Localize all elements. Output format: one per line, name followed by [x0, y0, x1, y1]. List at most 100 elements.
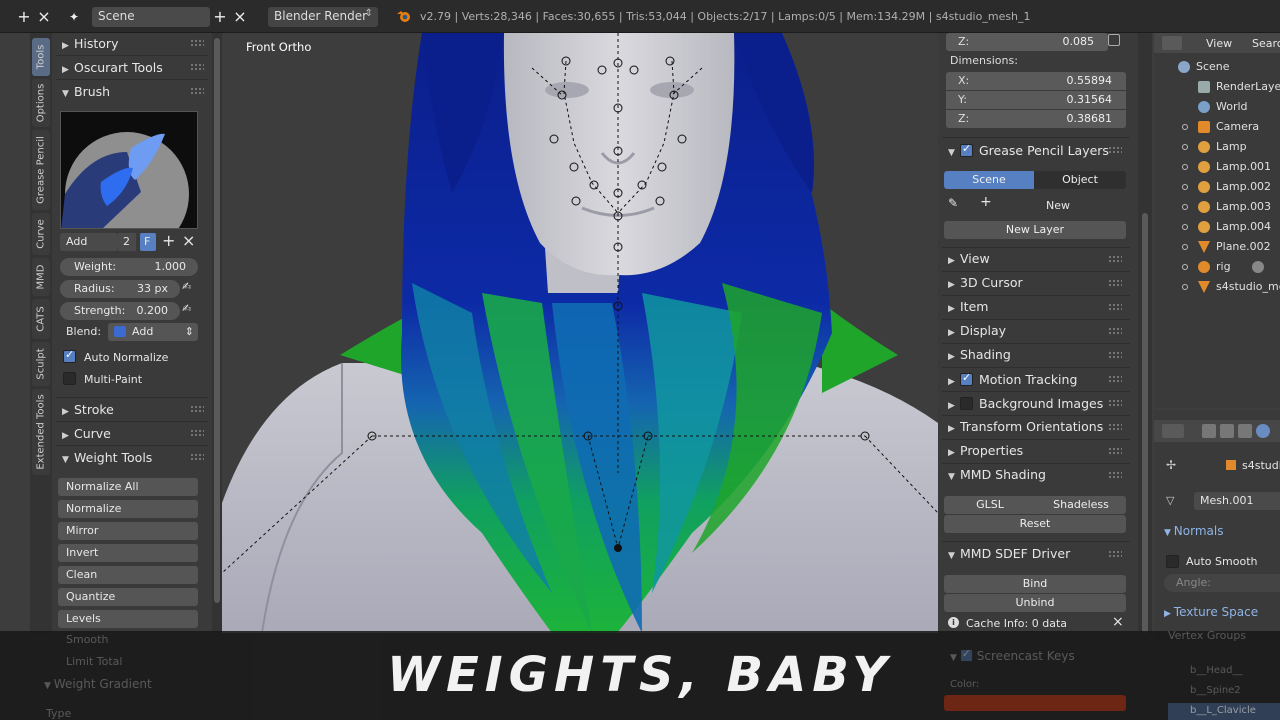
panel-weight-tools[interactable]: ▼ Weight Tools: [52, 447, 212, 469]
expand-icon[interactable]: [1182, 184, 1188, 190]
auto-smooth-checkbox[interactable]: [1166, 555, 1179, 568]
expand-icon[interactable]: [1182, 204, 1188, 210]
tab-grease-pencil[interactable]: Grease Pencil: [32, 130, 50, 210]
drag-grip-icon[interactable]: [190, 87, 204, 95]
tab-extended-tools[interactable]: Extended Tools: [32, 389, 50, 475]
panel-texture-space[interactable]: ▶ Texture Space: [1164, 605, 1258, 619]
outliner-item-lamp-003[interactable]: Lamp.003: [1154, 197, 1280, 217]
levels-button[interactable]: Levels: [58, 610, 198, 628]
tab-options[interactable]: Options: [32, 79, 50, 127]
outliner-item-lamp-002[interactable]: Lamp.002: [1154, 177, 1280, 197]
close-screen-icon[interactable]: ×: [36, 9, 52, 25]
panel-item[interactable]: ▶ Item: [938, 296, 1134, 318]
drag-grip-icon[interactable]: [1108, 279, 1122, 287]
panel-transform-orientations[interactable]: ▶ Transform Orientations: [938, 416, 1134, 438]
tab-cats[interactable]: CATS: [32, 299, 50, 339]
drag-grip-icon[interactable]: [190, 429, 204, 437]
expand-icon[interactable]: [1182, 164, 1188, 170]
panel-stroke[interactable]: ▶ Stroke: [52, 399, 212, 421]
3d-viewport[interactable]: Front Ortho: [222, 33, 938, 633]
scene-type-icon[interactable]: ✦: [66, 9, 82, 25]
pressure-toggle-icon[interactable]: ✍: [182, 302, 191, 315]
panel-history[interactable]: ▶ History: [52, 33, 212, 55]
drag-grip-icon[interactable]: [1108, 399, 1122, 407]
invert-button[interactable]: Invert: [58, 544, 198, 562]
drag-grip-icon[interactable]: [190, 453, 204, 461]
render-tab-icon[interactable]: [1202, 424, 1216, 438]
tab-tools[interactable]: Tools: [32, 38, 50, 76]
dimension-z-field[interactable]: Z: 0.38681: [946, 110, 1126, 128]
panel-display[interactable]: ▶ Display: [938, 320, 1134, 342]
render-engine-dropdown[interactable]: Blender Render ⇕: [268, 7, 378, 27]
dimension-y-field[interactable]: Y: 0.31564: [946, 91, 1126, 109]
editor-type-icon[interactable]: [1162, 36, 1182, 50]
panel-curve[interactable]: ▶ Curve: [52, 423, 212, 445]
clean-button[interactable]: Clean: [58, 566, 198, 584]
drag-grip-icon[interactable]: [190, 39, 204, 47]
add-screen-icon[interactable]: +: [16, 9, 32, 25]
brush-preview[interactable]: [60, 111, 198, 229]
outliner-item-plane-002[interactable]: Plane.002: [1154, 237, 1280, 257]
drag-grip-icon[interactable]: [1108, 146, 1122, 154]
auto-normalize-checkbox[interactable]: [63, 348, 76, 363]
pressure-toggle-icon[interactable]: ✍: [182, 280, 191, 293]
motion-tracking-checkbox[interactable]: [960, 371, 973, 386]
new-layer-button[interactable]: New Layer: [944, 221, 1126, 239]
tab-sculpt[interactable]: Sculpt: [32, 342, 50, 386]
editor-type-icon[interactable]: [1162, 424, 1184, 438]
grease-pencil-checkbox[interactable]: [960, 142, 973, 157]
tab-curve[interactable]: Curve: [32, 213, 50, 255]
expand-icon[interactable]: [1182, 264, 1188, 270]
shadeless-button[interactable]: Shadeless: [1036, 496, 1126, 514]
properties-scrollbar[interactable]: [1138, 33, 1152, 633]
drag-grip-icon[interactable]: [190, 405, 204, 413]
expand-icon[interactable]: [1182, 244, 1188, 250]
blend-dropdown[interactable]: Add ⇕: [108, 323, 198, 341]
scrollbar-thumb[interactable]: [1142, 213, 1148, 633]
outliner-item-world[interactable]: World: [1154, 97, 1280, 117]
drag-grip-icon[interactable]: [1108, 327, 1122, 335]
add-scene-icon[interactable]: +: [212, 9, 228, 25]
location-z-field[interactable]: Z: 0.085: [946, 33, 1108, 51]
multi-paint-checkbox[interactable]: [63, 372, 76, 385]
panel-motion-tracking[interactable]: ▶ Motion Tracking: [938, 368, 1134, 390]
view-menu[interactable]: View: [1206, 37, 1232, 50]
drag-grip-icon[interactable]: [1108, 550, 1122, 558]
outliner-item-camera[interactable]: Camera: [1154, 117, 1280, 137]
expand-icon[interactable]: [1182, 284, 1188, 290]
panel-mmd-shading[interactable]: ▼ MMD Shading: [938, 464, 1134, 486]
dimension-x-field[interactable]: X: 0.55894: [946, 72, 1126, 90]
panel-properties[interactable]: ▶ Properties: [938, 440, 1134, 462]
panel-oscurart-tools[interactable]: ▶ Oscurart Tools: [52, 57, 212, 79]
fake-user-button[interactable]: F: [140, 233, 156, 251]
outliner-item-scene[interactable]: Scene: [1154, 57, 1280, 77]
reset-button[interactable]: Reset: [944, 515, 1126, 533]
drag-grip-icon[interactable]: [1108, 375, 1122, 383]
render-layers-tab-icon[interactable]: [1220, 424, 1234, 438]
new-datablock-button[interactable]: New: [1046, 199, 1070, 212]
panel-background-images[interactable]: ▶ Background Images: [938, 392, 1134, 414]
drag-grip-icon[interactable]: [1108, 447, 1122, 455]
tab-object[interactable]: Object: [1034, 171, 1126, 189]
mesh-name-field[interactable]: Mesh.001: [1194, 492, 1280, 510]
panel-normals[interactable]: ▼ Normals: [1164, 524, 1223, 538]
scene-selector[interactable]: Scene: [92, 7, 210, 27]
outliner-item-lamp-004[interactable]: Lamp.004: [1154, 217, 1280, 237]
unbind-button[interactable]: Unbind: [944, 594, 1126, 612]
drag-grip-icon[interactable]: [1108, 303, 1122, 311]
outliner-item-s4studio-mesh[interactable]: s4studio_mesh_1: [1154, 277, 1280, 297]
world-tab-icon[interactable]: [1256, 424, 1270, 438]
panel-view[interactable]: ▶ View: [938, 248, 1134, 270]
search-menu[interactable]: Search: [1252, 37, 1280, 50]
outliner-item-lamp-001[interactable]: Lamp.001: [1154, 157, 1280, 177]
outliner-item-renderlayers[interactable]: RenderLayers: [1154, 77, 1280, 97]
lock-icon[interactable]: [1108, 34, 1120, 46]
drag-grip-icon[interactable]: [1108, 351, 1122, 359]
bind-button[interactable]: Bind: [944, 575, 1126, 593]
drag-grip-icon[interactable]: [1108, 423, 1122, 431]
add-icon[interactable]: +: [980, 194, 992, 210]
normalize-button[interactable]: Normalize: [58, 500, 198, 518]
add-brush-icon[interactable]: +: [162, 231, 175, 250]
strength-slider[interactable]: Strength: 0.200: [60, 302, 180, 320]
quantize-button[interactable]: Quantize: [58, 588, 198, 606]
